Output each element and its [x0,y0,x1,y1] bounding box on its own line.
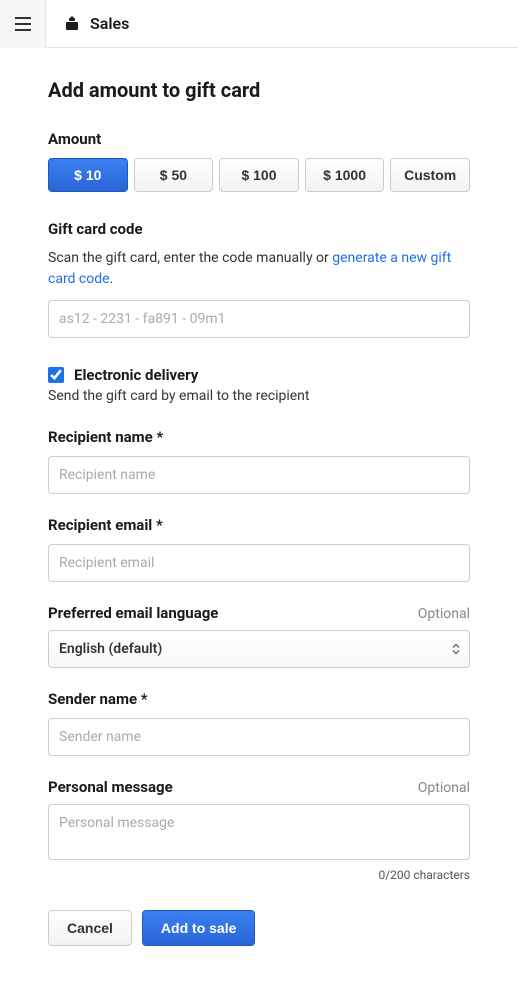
electronic-delivery-section: Electronic delivery Send the gift card b… [48,366,470,404]
actions-row: Cancel Add to sale [48,910,470,946]
amount-option-1000[interactable]: $ 1000 [305,158,385,192]
personal-message-label: Personal message [48,778,173,796]
recipient-email-group: Recipient email * [48,516,470,582]
electronic-delivery-label: Electronic delivery [74,366,198,384]
gift-card-code-group: Gift card code Scan the gift card, enter… [48,220,470,338]
amount-options: $ 10 $ 50 $ 100 $ 1000 Custom [48,158,470,192]
gift-card-help-prefix: Scan the gift card, enter the code manua… [48,250,332,266]
gift-card-code-label: Gift card code [48,220,470,238]
personal-message-input[interactable] [48,804,470,860]
personal-message-optional: Optional [418,780,470,796]
sales-icon [64,16,80,32]
add-to-sale-button[interactable]: Add to sale [142,910,255,946]
sender-name-input[interactable] [48,718,470,756]
personal-message-group: Personal message Optional 0/200 characte… [48,778,470,882]
topbar-title: Sales [90,14,129,33]
preferred-language-group: Preferred email language Optional Englis… [48,604,470,668]
gift-card-help-suffix: . [110,271,114,287]
topbar: Sales [0,0,518,48]
menu-button[interactable] [0,0,46,48]
preferred-language-label: Preferred email language [48,604,218,622]
page-title: Add amount to gift card [48,78,470,102]
recipient-name-label: Recipient name * [48,428,470,446]
personal-message-charcount: 0/200 characters [48,868,470,882]
electronic-delivery-row: Electronic delivery [48,366,470,384]
hamburger-icon [14,15,32,33]
recipient-email-input[interactable] [48,544,470,582]
sender-name-label: Sender name * [48,690,470,708]
preferred-language-select[interactable]: English (default) [48,630,470,668]
preferred-language-optional: Optional [418,606,470,622]
amount-option-custom[interactable]: Custom [390,158,470,192]
electronic-delivery-checkbox[interactable] [48,367,64,383]
amount-option-100[interactable]: $ 100 [219,158,299,192]
topbar-title-wrap: Sales [46,14,129,33]
amount-label: Amount [48,130,470,148]
electronic-delivery-help: Send the gift card by email to the recip… [48,388,470,404]
gift-card-code-input[interactable] [48,300,470,338]
recipient-email-label: Recipient email * [48,516,470,534]
content: Add amount to gift card Amount $ 10 $ 50… [0,48,518,986]
amount-option-10[interactable]: $ 10 [48,158,128,192]
cancel-button[interactable]: Cancel [48,910,132,946]
recipient-name-group: Recipient name * [48,428,470,494]
amount-option-50[interactable]: $ 50 [134,158,214,192]
recipient-name-input[interactable] [48,456,470,494]
sender-name-group: Sender name * [48,690,470,756]
gift-card-code-help: Scan the gift card, enter the code manua… [48,248,470,290]
